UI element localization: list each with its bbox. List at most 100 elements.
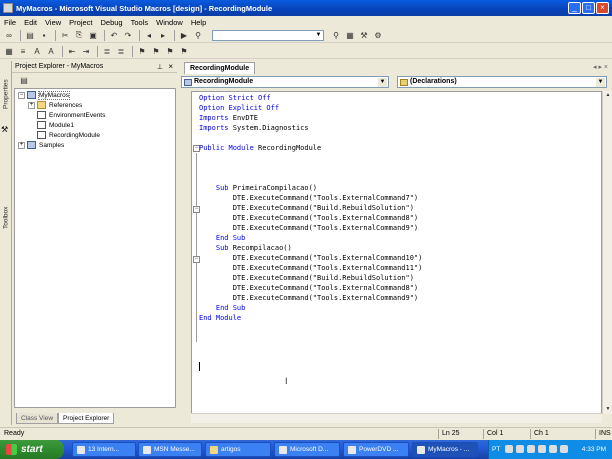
menu-window[interactable]: Window [156,18,183,27]
navigate-forward-icon[interactable]: ▸ [157,30,169,41]
scroll-up-icon[interactable]: ▲ [604,91,612,100]
menu-project[interactable]: Project [69,18,92,27]
vertical-scrollbar[interactable]: ▲ ▼ [602,91,612,414]
code-line[interactable]: DTE.ExecuteCommand("Tools.ExternalComman… [199,293,418,303]
copy-icon[interactable]: ⎘ [73,30,85,41]
taskbar-item-microsoft[interactable]: Microsoft D... [274,442,340,457]
maximize-button[interactable]: □ [582,2,595,14]
window-icon[interactable]: ▦ [344,30,356,41]
collapse-icon[interactable]: − [18,91,25,99]
tab-project-explorer[interactable]: Project Explorer [58,413,115,424]
add-item-icon[interactable]: ▤ [24,30,36,41]
menu-help[interactable]: Help [191,18,206,27]
tray-app-icon[interactable] [527,445,535,453]
parameter-info-icon[interactable]: A [31,46,43,57]
scroll-down-icon[interactable]: ▼ [604,405,612,414]
code-line[interactable]: DTE.ExecuteCommand("Tools.ExternalComman… [199,253,423,263]
code-line[interactable]: DTE.ExecuteCommand("Tools.ExternalComman… [199,213,418,223]
comment-icon[interactable]: ≣ [101,46,113,57]
tools-icon[interactable]: ⚒ [358,30,370,41]
bookmark-toggle-icon[interactable]: ⚑ [136,46,148,57]
quick-info-icon[interactable]: A [45,46,57,57]
bookmark-next-icon[interactable]: ⚑ [150,46,162,57]
code-line[interactable]: End Module [199,313,241,323]
menu-debug[interactable]: Debug [101,18,123,27]
toolbox-tab[interactable]: Toolbox [1,187,11,229]
undo-icon[interactable]: ↶ [108,30,120,41]
taskbar-item-internet[interactable]: 13 Intern... [72,442,136,457]
tab-class-view[interactable]: Class View [16,413,59,424]
code-line[interactable]: DTE.ExecuteCommand("Build.RebuildSolutio… [199,203,414,213]
taskbar-item-msn[interactable]: MSN Messe... [138,442,202,457]
tray-app-icon[interactable] [538,445,546,453]
bookmark-clear-icon[interactable]: ⚑ [178,46,190,57]
vs-macros-app-icon[interactable] [3,3,13,13]
bookmark-prev-icon[interactable]: ⚑ [164,46,176,57]
cut-icon[interactable]: ✂ [59,30,71,41]
tree-node[interactable]: Module1 [37,120,74,130]
code-line[interactable]: DTE.ExecuteCommand("Tools.ExternalComman… [199,283,418,293]
run-icon[interactable]: ▶ [178,30,190,41]
code-line[interactable]: DTE.ExecuteCommand("Build.RebuildSolutio… [199,273,414,283]
taskbar-item-artigos[interactable]: artigos [205,442,271,457]
close-icon[interactable]: × [168,62,173,71]
tab-recordingmodule[interactable]: RecordingModule [184,62,256,74]
tray-app-icon[interactable] [505,445,513,453]
code-line[interactable]: End Sub [199,233,246,243]
taskbar-item-powerdvd[interactable]: PowerDVD ... [343,442,409,457]
code-line[interactable]: DTE.ExecuteCommand("Tools.ExternalComman… [199,223,418,233]
expand-icon[interactable]: + [28,101,35,109]
minimize-button[interactable]: _ [568,2,581,14]
tree-node[interactable]: + References [28,100,82,110]
class-name-dropdown[interactable]: RecordingModule ▼ [181,75,389,88]
redo-icon[interactable]: ↷ [122,30,134,41]
tray-app-icon[interactable] [549,445,557,453]
tree-node[interactable]: + Samples [18,140,64,150]
object-browser-icon[interactable]: ▦ [3,46,15,57]
menu-view[interactable]: View [45,18,61,27]
code-line[interactable]: Sub PrimeiraCompilacao() [199,183,317,193]
options-icon[interactable]: ⚙ [372,30,384,41]
find-icon[interactable]: ⚲ [192,30,204,41]
outdent-icon[interactable]: ⇤ [66,46,78,57]
code-line[interactable]: DTE.ExecuteCommand("Tools.ExternalComman… [199,263,423,273]
paste-icon[interactable]: ▣ [87,30,99,41]
uncomment-icon[interactable]: ≣ [115,46,127,57]
taskbar-item-mymacros[interactable]: MyMacros - ... [412,442,478,457]
tree-node[interactable]: − MyMacros [18,90,70,100]
title-bar[interactable]: MyMacros - Microsoft Visual Studio Macro… [0,0,612,16]
properties-tab[interactable]: Properties [1,63,11,109]
toolbox-icon[interactable]: ⚒ [1,125,10,134]
code-line[interactable]: Option Strict Off [199,93,271,103]
pin-icon[interactable]: ⊥ [157,63,163,71]
method-name-dropdown[interactable]: (Declarations) ▼ [397,75,607,88]
list-members-icon[interactable]: ≡ [17,46,29,57]
chevron-down-icon[interactable]: ▼ [314,31,323,40]
code-line[interactable]: Option Explicit Off [199,103,279,113]
chevron-down-icon[interactable]: ▼ [378,77,387,87]
find-combo[interactable]: ▼ [212,30,324,41]
expand-icon[interactable]: + [18,141,25,149]
code-line[interactable]: Public Module RecordingModule [199,143,321,153]
tray-app-icon[interactable] [516,445,524,453]
tree-node[interactable]: RecordingModule [37,130,100,140]
code-line[interactable]: Sub Recompilacao() [199,243,292,253]
code-text-area[interactable]: − − − I Option Strict Off Option Explicit… [191,91,602,414]
code-line[interactable]: End Sub [199,303,246,313]
close-button[interactable]: × [596,2,609,14]
project-tree[interactable]: − MyMacros + References EnvironmentEvent… [14,88,176,408]
code-line[interactable]: Imports EnvDTE [199,113,258,123]
tab-nav-icons[interactable]: ◂ ▸ × [593,63,608,71]
code-line[interactable]: DTE.ExecuteCommand("Tools.ExternalComman… [199,193,418,203]
find-in-files-icon[interactable]: ⚲ [330,30,342,41]
ide-icon[interactable]: ∞ [3,30,15,41]
tray-app-icon[interactable] [560,445,568,453]
navigate-back-icon[interactable]: ◂ [143,30,155,41]
code-line[interactable]: Imports System.Diagnostics [199,123,309,133]
properties-icon[interactable]: ▤ [18,75,30,86]
save-icon[interactable]: ▪ [38,30,50,41]
chevron-down-icon[interactable]: ▼ [596,77,605,87]
menu-edit[interactable]: Edit [24,18,37,27]
tree-node[interactable]: EnvironmentEvents [37,110,105,120]
menu-file[interactable]: File [4,18,16,27]
